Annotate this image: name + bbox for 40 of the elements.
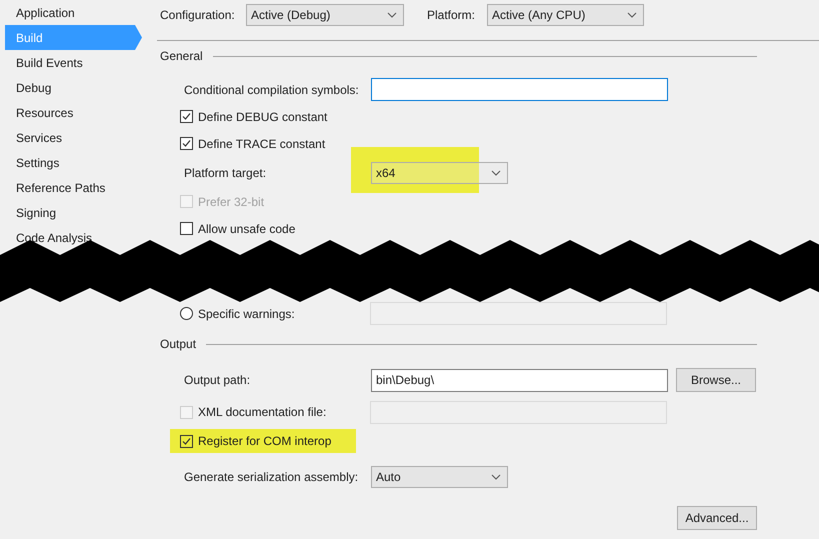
configuration-label: Configuration:	[160, 7, 236, 24]
advanced-button[interactable]: Advanced...	[677, 506, 757, 530]
chevron-icon	[491, 170, 501, 176]
chevron-icon	[491, 474, 501, 480]
field-label: Conditional compilation symbols:	[183, 82, 360, 98]
checkbox[interactable]	[180, 222, 193, 235]
checkbox-label: Register for COM interop	[198, 433, 332, 450]
chevron-icon	[627, 12, 637, 18]
sidebar-item[interactable]: Build Events	[5, 50, 142, 75]
field-label: Generate serialization assembly:	[183, 469, 360, 486]
checkbox-label: Allow unsafe code	[198, 220, 296, 238]
sidebar-item[interactable]: Signing	[5, 200, 142, 225]
dropdown[interactable]: Active (Debug)	[246, 4, 404, 26]
radio-button[interactable]	[180, 307, 193, 320]
field-label: Platform target:	[183, 164, 268, 182]
sidebar-item[interactable]: Debug	[5, 75, 142, 100]
chevron-icon	[387, 12, 397, 18]
input-field[interactable]: bin\Debug\	[371, 368, 668, 392]
sidebar-item[interactable]: Services	[5, 125, 142, 150]
radio-label: Specific warnings:	[198, 306, 296, 322]
checkbox-label: Prefer 32-bit	[198, 194, 264, 210]
dropdown[interactable]: x64	[371, 162, 508, 184]
sidebar-item[interactable]: Settings	[5, 150, 142, 175]
platform-label: Platform:	[427, 7, 476, 24]
dropdown[interactable]: Active (Any CPU)	[487, 4, 644, 26]
checkbox-label: XML documentation file:	[198, 404, 328, 421]
sidebar-item[interactable]: Reference Paths	[5, 175, 142, 200]
checkbox[interactable]	[180, 110, 193, 123]
checkbox-label: Define DEBUG constant	[198, 108, 328, 126]
checkbox[interactable]	[180, 137, 193, 150]
field-label: Output path:	[183, 372, 252, 389]
section-heading: Output	[160, 336, 196, 353]
sidebar-item[interactable]: Application	[5, 0, 142, 25]
browse-button[interactable]: Browse...	[676, 368, 756, 392]
checkbox-label: Define TRACE constant	[198, 136, 326, 152]
input-field[interactable]	[371, 78, 668, 101]
dropdown[interactable]: Auto	[371, 466, 508, 488]
checkbox[interactable]	[180, 434, 193, 448]
sidebar-item[interactable]: Resources	[5, 100, 142, 125]
section-heading: General	[160, 48, 203, 65]
